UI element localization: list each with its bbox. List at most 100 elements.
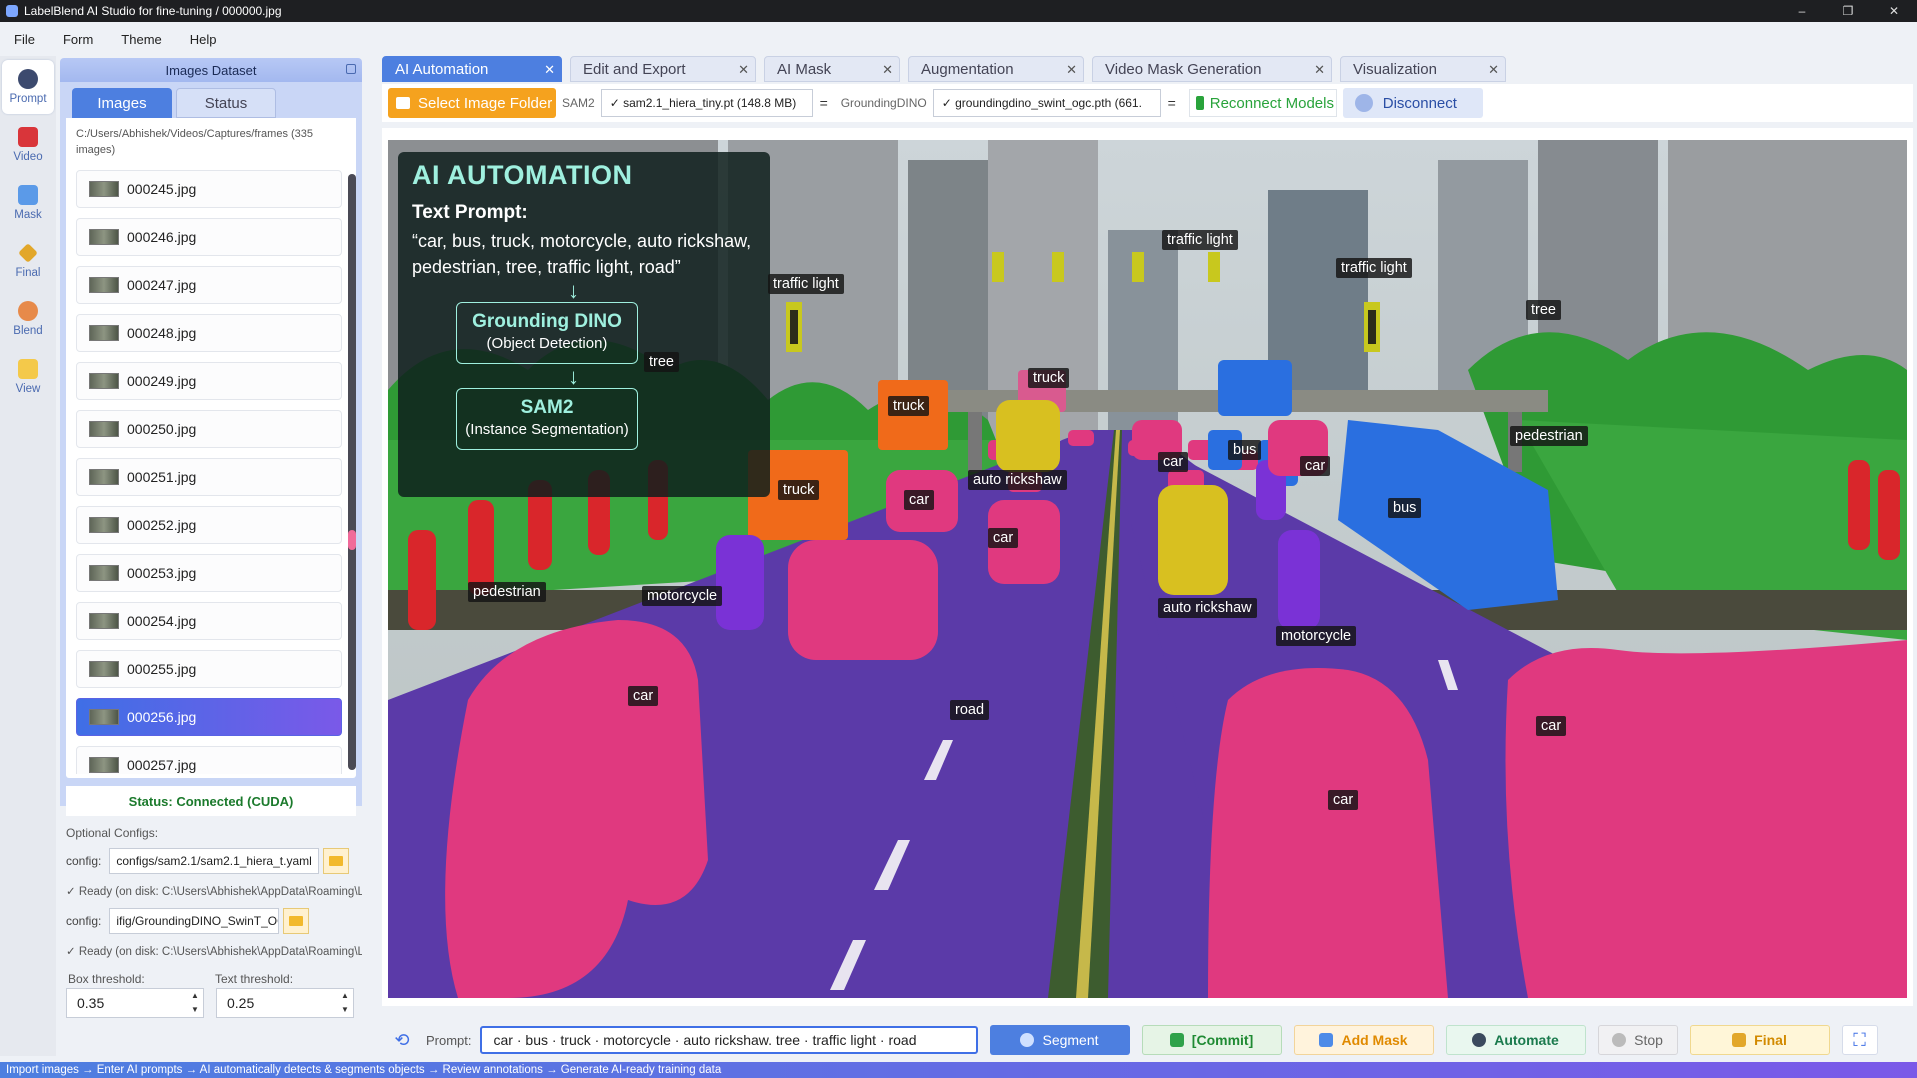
arrow-down-icon: ↓ bbox=[568, 364, 579, 389]
close-tab-icon[interactable]: ✕ bbox=[1488, 62, 1499, 78]
final-button[interactable]: Final bbox=[1689, 1025, 1830, 1055]
automate-button[interactable]: Automate bbox=[1445, 1025, 1586, 1055]
list-item[interactable]: 000254.jpg bbox=[76, 602, 342, 640]
tool-blend[interactable]: Blend bbox=[2, 292, 54, 346]
segment-button[interactable]: Segment bbox=[989, 1025, 1130, 1055]
list-item[interactable]: 000246.jpg bbox=[76, 218, 342, 256]
file-list-scrollbar[interactable] bbox=[348, 174, 356, 770]
annotation-label[interactable]: motorcycle bbox=[642, 586, 723, 606]
reconnect-models-button[interactable]: Reconnect Models bbox=[1188, 89, 1337, 117]
annotation-label[interactable]: car bbox=[628, 686, 659, 706]
tool-video[interactable]: Video bbox=[2, 118, 54, 172]
stop-button[interactable]: Stop bbox=[1597, 1025, 1678, 1055]
annotation-label[interactable]: auto rickshaw bbox=[968, 470, 1067, 490]
tab-status[interactable]: Status bbox=[176, 88, 276, 118]
list-item[interactable]: 000250.jpg bbox=[76, 410, 342, 448]
tab-ai-automation[interactable]: AI Automation ✕ bbox=[382, 56, 562, 82]
box-threshold-spinner[interactable]: 0.35 ▲ ▼ bbox=[66, 988, 204, 1018]
menu-help[interactable]: Help bbox=[176, 32, 231, 47]
tab-images[interactable]: Images bbox=[72, 88, 172, 118]
dino-config-input[interactable]: ifig/GroundingDINO_SwinT_OGC.py bbox=[109, 908, 280, 934]
tab-video-mask-generation[interactable]: Video Mask Generation ✕ bbox=[1092, 56, 1332, 82]
tool-mask[interactable]: Mask bbox=[2, 176, 54, 230]
menu-theme[interactable]: Theme bbox=[107, 32, 175, 47]
text-threshold-spinner[interactable]: 0.25 ▲ ▼ bbox=[216, 988, 354, 1018]
close-tab-icon[interactable]: ✕ bbox=[738, 62, 749, 78]
annotation-label[interactable]: truck bbox=[1028, 368, 1070, 388]
browse-dino-config-button[interactable] bbox=[283, 908, 310, 934]
annotation-label[interactable]: car bbox=[904, 490, 935, 510]
annotation-label[interactable]: car bbox=[1536, 716, 1567, 736]
dino-menu-button[interactable]: = bbox=[1161, 89, 1183, 117]
dataset-title: Images Dataset bbox=[165, 62, 257, 78]
annotation-label[interactable]: car bbox=[1300, 456, 1331, 476]
list-item[interactable]: 000245.jpg bbox=[76, 170, 342, 208]
annotation-label[interactable]: traffic light bbox=[1162, 230, 1238, 250]
file-name: 000257.jpg bbox=[127, 757, 197, 773]
list-item[interactable]: 000247.jpg bbox=[76, 266, 342, 304]
tool-view[interactable]: View bbox=[2, 350, 54, 404]
annotation-label[interactable]: auto rickshaw bbox=[1158, 598, 1257, 618]
tab-augmentation[interactable]: Augmentation ✕ bbox=[908, 56, 1084, 82]
annotation-label[interactable]: traffic light bbox=[1336, 258, 1412, 278]
spin-up-icon[interactable]: ▲ bbox=[341, 991, 351, 1001]
close-tab-icon[interactable]: ✕ bbox=[1314, 62, 1325, 78]
annotation-label[interactable]: car bbox=[1328, 790, 1359, 810]
list-item[interactable]: 000252.jpg bbox=[76, 506, 342, 544]
annotation-label[interactable]: tree bbox=[1526, 300, 1561, 320]
tab-visualization[interactable]: Visualization ✕ bbox=[1340, 56, 1506, 82]
annotation-label[interactable]: bus bbox=[1228, 440, 1262, 460]
annotation-label[interactable]: truck bbox=[888, 396, 930, 416]
list-item[interactable]: 000253.jpg bbox=[76, 554, 342, 592]
list-item[interactable]: 000248.jpg bbox=[76, 314, 342, 352]
tab-ai-mask[interactable]: AI Mask ✕ bbox=[764, 56, 900, 82]
config-label: config: bbox=[66, 854, 102, 868]
list-item-selected[interactable]: 000256.jpg bbox=[76, 698, 342, 736]
maximize-button[interactable]: ❐ bbox=[1825, 0, 1871, 22]
annotation-label[interactable]: truck bbox=[778, 480, 820, 500]
annotation-label[interactable]: road bbox=[950, 700, 990, 720]
select-image-folder-button[interactable]: Select Image Folder bbox=[388, 88, 556, 118]
annotation-label[interactable]: motorcycle bbox=[1276, 626, 1357, 646]
add-mask-button[interactable]: Add Mask bbox=[1293, 1025, 1434, 1055]
sam-menu-button[interactable]: = bbox=[813, 89, 835, 117]
final-icon bbox=[18, 243, 38, 263]
undock-icon[interactable] bbox=[346, 64, 356, 74]
list-item[interactable]: 000251.jpg bbox=[76, 458, 342, 496]
spin-down-icon[interactable]: ▼ bbox=[191, 1005, 201, 1015]
tool-final[interactable]: Final bbox=[2, 234, 54, 288]
tab-label: Video Mask Generation bbox=[1105, 60, 1262, 78]
list-item[interactable]: 000257.jpg bbox=[76, 746, 342, 774]
annotation-label[interactable]: car bbox=[988, 528, 1019, 548]
tool-prompt[interactable]: Prompt bbox=[2, 60, 54, 114]
disconnect-button[interactable]: Disconnect bbox=[1342, 88, 1483, 118]
annotation-label[interactable]: bus bbox=[1388, 498, 1422, 518]
spin-down-icon[interactable]: ▼ bbox=[341, 1005, 351, 1015]
close-tab-icon[interactable]: ✕ bbox=[882, 62, 893, 78]
close-tab-icon[interactable]: ✕ bbox=[544, 62, 555, 78]
sam-config-input[interactable]: configs/sam2.1/sam2.1_hiera_t.yaml bbox=[109, 848, 320, 874]
dino-model-select[interactable]: ✓ groundingdino_swint_ogc.pth (661. bbox=[932, 89, 1161, 117]
annotation-label[interactable]: car bbox=[1158, 452, 1189, 472]
fullscreen-button[interactable]: ⛶ bbox=[1841, 1025, 1878, 1055]
scrollbar-thumb[interactable] bbox=[348, 174, 356, 770]
browse-sam-config-button[interactable] bbox=[323, 848, 350, 874]
annotation-label[interactable]: traffic light bbox=[768, 274, 844, 294]
reset-prompt-button[interactable]: ⟲ bbox=[388, 1026, 416, 1054]
annotation-label[interactable]: tree bbox=[644, 352, 679, 372]
annotation-label[interactable]: pedestrian bbox=[1510, 426, 1588, 446]
sam-model-select[interactable]: ✓ sam2.1_hiera_tiny.pt (148.8 MB) bbox=[600, 89, 813, 117]
menu-form[interactable]: Form bbox=[49, 32, 107, 47]
close-tab-icon[interactable]: ✕ bbox=[1066, 62, 1077, 78]
spin-up-icon[interactable]: ▲ bbox=[191, 991, 201, 1001]
prompt-input[interactable]: car · bus · truck · motorcycle · auto ri… bbox=[479, 1026, 978, 1054]
image-canvas[interactable]: AI AUTOMATION Text Prompt: “car, bus, tr… bbox=[388, 140, 1907, 998]
list-item[interactable]: 000255.jpg bbox=[76, 650, 342, 688]
minimize-button[interactable]: – bbox=[1779, 0, 1825, 22]
list-item[interactable]: 000249.jpg bbox=[76, 362, 342, 400]
annotation-label[interactable]: pedestrian bbox=[468, 582, 546, 602]
close-button[interactable]: ✕ bbox=[1871, 0, 1917, 22]
commit-button[interactable]: [Commit] bbox=[1141, 1025, 1282, 1055]
menu-file[interactable]: File bbox=[0, 32, 49, 47]
tab-edit-and-export[interactable]: Edit and Export ✕ bbox=[570, 56, 756, 82]
